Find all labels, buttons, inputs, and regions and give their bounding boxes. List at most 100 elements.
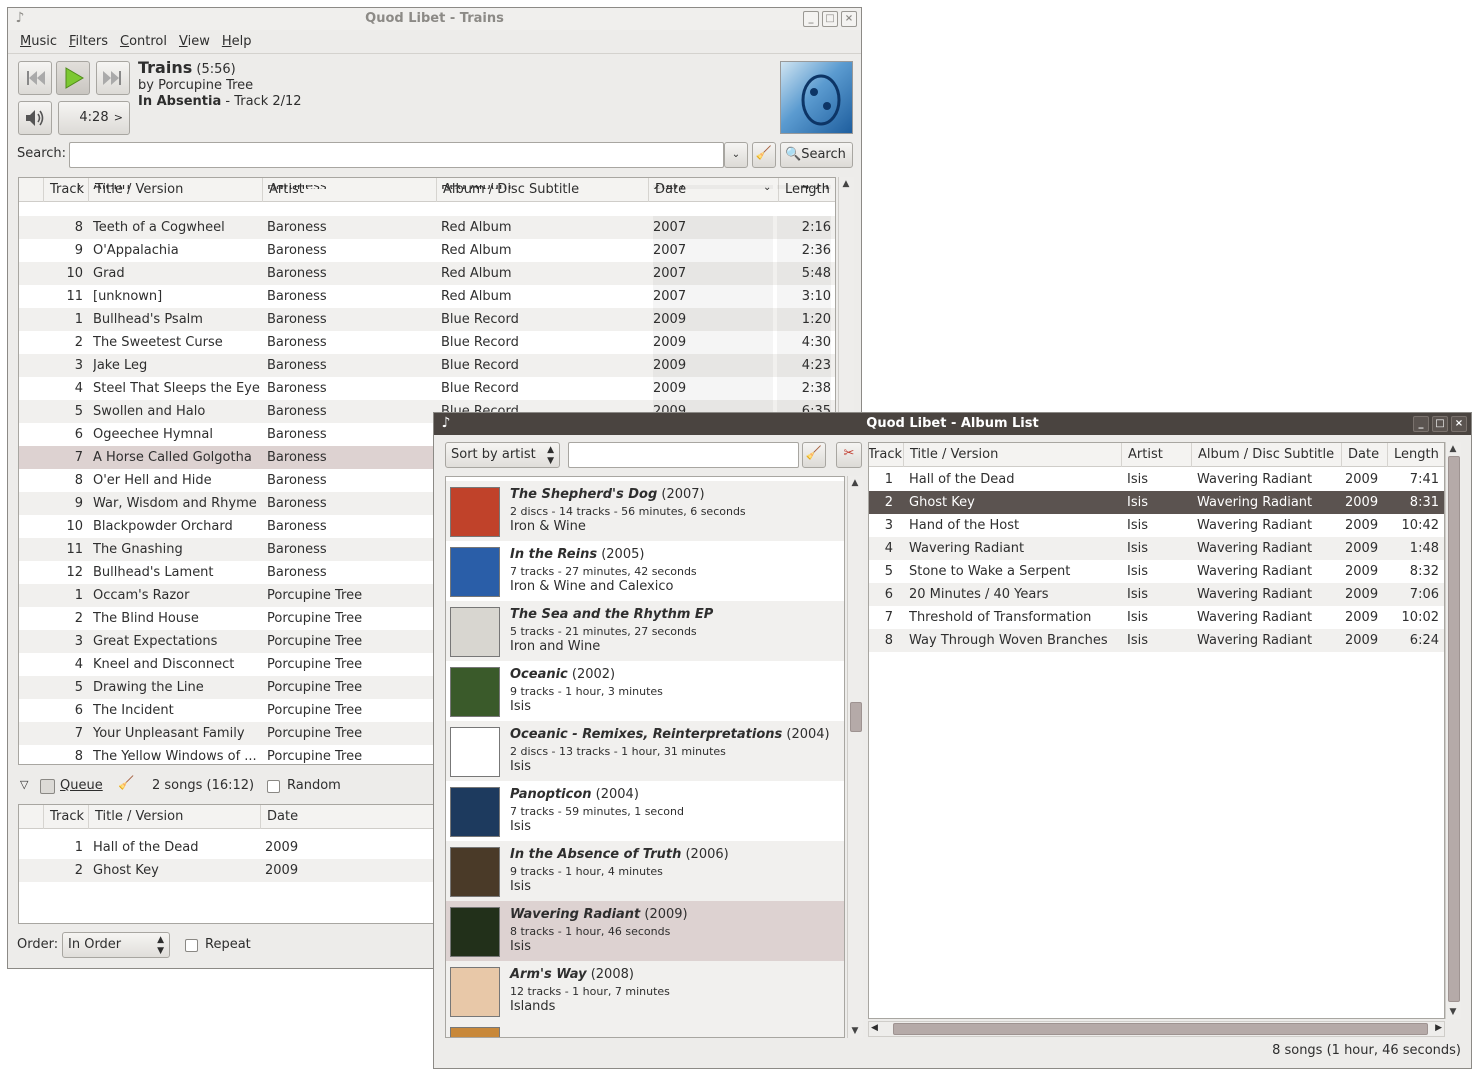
- album-item[interactable]: In the Absence of Truth (2006) 9 tracks -…: [446, 841, 844, 901]
- queue-checkbox[interactable]: [40, 779, 55, 794]
- album-list-scrollbar[interactable]: ▲ ▼: [847, 476, 863, 1038]
- clear-search-button[interactable]: 🧹: [752, 142, 776, 168]
- album-item[interactable]: [446, 1021, 844, 1037]
- album-cell-track: 8: [884, 633, 893, 648]
- cell-track: 7: [74, 450, 83, 465]
- next-button[interactable]: [96, 61, 130, 95]
- album-filter-input[interactable]: [568, 442, 799, 468]
- album-col-album[interactable]: Album / Disc Subtitle: [1191, 443, 1341, 467]
- album-maximize-icon[interactable]: □: [1432, 416, 1448, 432]
- search-button-label: Search: [801, 147, 846, 162]
- table-row[interactable]: 8 Teeth of a Cogwheel Baroness Red Album 200…: [19, 216, 835, 239]
- album-track-row[interactable]: 7 Threshold of Transformation Isis Wavering…: [869, 606, 1444, 629]
- album-item[interactable]: The Sea and the Rhythm EP 5 tracks - 21 …: [446, 601, 844, 661]
- seek-button[interactable]: 4:28 >: [58, 101, 130, 135]
- order-select[interactable]: In Order ▲ ▼: [62, 932, 170, 958]
- album-track-row[interactable]: 4 Wavering Radiant Isis Wavering Radiant 200…: [869, 537, 1444, 560]
- random-checkbox[interactable]: [267, 780, 280, 793]
- table-row[interactable]: 11 [unknown] Baroness Red Album 2007 3:10: [19, 285, 835, 308]
- table-row[interactable]: 7 Aleph Baroness Red Album 2007 4:21: [19, 185, 835, 195]
- scroll-up-icon[interactable]: ▲: [839, 179, 853, 189]
- search-history-dropdown[interactable]: ⌄: [724, 142, 748, 168]
- album-item[interactable]: The Shepherd's Dog (2007) 2 discs - 14 tr…: [446, 481, 844, 541]
- album-track-row[interactable]: 3 Hand of the Host Isis Wavering Radiant 200…: [869, 514, 1444, 537]
- album-col-track[interactable]: Track: [869, 443, 903, 467]
- menu-music[interactable]: Music: [14, 34, 63, 49]
- album-titlebar[interactable]: ♪ Quod Libet - Album List _ □ ×: [434, 413, 1471, 435]
- table-row[interactable]: 2 The Sweetest Curse Baroness Blue Record 20…: [19, 331, 835, 354]
- album-close-icon[interactable]: ×: [1451, 416, 1467, 432]
- volume-button[interactable]: [18, 101, 52, 135]
- album-track-scrollbar[interactable]: ▲ ▼: [1445, 442, 1461, 1019]
- table-row[interactable]: 10 Grad Baroness Red Album 2007 5:48: [19, 262, 835, 285]
- album-prefs-button[interactable]: ✂: [836, 442, 862, 468]
- album-cover-thumb: [450, 667, 500, 717]
- album-col-length[interactable]: Length: [1387, 443, 1444, 467]
- album-track-hscrollbar[interactable]: ◀ ▶: [868, 1021, 1445, 1037]
- album-cover-thumb: [450, 907, 500, 957]
- menu-filters[interactable]: Filters: [63, 34, 114, 49]
- album-scroll-thumb[interactable]: [850, 702, 862, 732]
- menu-control[interactable]: Control: [114, 34, 173, 49]
- sort-select[interactable]: Sort by artist ▲ ▼: [445, 442, 560, 468]
- table-row[interactable]: 1 Bullhead's Psalm Baroness Blue Record 2009…: [19, 308, 835, 331]
- album-item[interactable]: In the Reins (2005) 7 tracks - 27 minutes…: [446, 541, 844, 601]
- album-item[interactable]: Oceanic - Remixes, Reinterpretations (20…: [446, 721, 844, 781]
- album-item[interactable]: Oceanic (2002) 9 tracks - 1 hour, 3 minut…: [446, 661, 844, 721]
- queue-col-track[interactable]: Track: [43, 805, 89, 829]
- album-track-row[interactable]: 2 Ghost Key Isis Wavering Radiant 2009 8:31: [869, 491, 1444, 514]
- main-titlebar[interactable]: ♪ Quod Libet - Trains _ □ ×: [8, 8, 861, 30]
- minimize-icon[interactable]: _: [803, 11, 819, 27]
- queue-row[interactable]: 2 Ghost Key 2009: [19, 859, 447, 882]
- album-cover[interactable]: [780, 61, 853, 134]
- table-row[interactable]: 9 O'Appalachia Baroness Red Album 2007 2:36: [19, 239, 835, 262]
- album-track-row[interactable]: 8 Way Through Woven Branches Isis Wavering …: [869, 629, 1444, 652]
- cell-artist: Baroness: [267, 496, 327, 511]
- maximize-icon[interactable]: □: [822, 11, 838, 27]
- song-duration: (5:56): [196, 62, 236, 77]
- queue-col-date[interactable]: Date: [260, 805, 447, 829]
- album-scroll-down-icon[interactable]: ▼: [848, 1026, 862, 1036]
- track-scroll-down-icon[interactable]: ▼: [1446, 1007, 1460, 1017]
- previous-button[interactable]: [18, 61, 52, 95]
- album-item[interactable]: Panopticon (2004) 7 tracks - 59 minutes, …: [446, 781, 844, 841]
- album-scroll-up-icon[interactable]: ▲: [848, 478, 862, 488]
- queue-row[interactable]: 1 Hall of the Dead 2009: [19, 836, 447, 859]
- hscroll-thumb[interactable]: [893, 1023, 1428, 1035]
- cell-title: Blackpowder Orchard: [93, 519, 233, 534]
- queue-expander-icon[interactable]: ▽: [20, 778, 28, 791]
- album-track-list[interactable]: Track Title / Version Artist Album / Dis…: [868, 442, 1445, 1019]
- track-scroll-thumb[interactable]: [1448, 456, 1460, 1002]
- menu-help[interactable]: Help: [216, 34, 258, 49]
- album-track-row[interactable]: 6 20 Minutes / 40 Years Isis Wavering Radia…: [869, 583, 1444, 606]
- queue-col-title[interactable]: Title / Version: [88, 805, 260, 829]
- album-list[interactable]: The Shepherd's Dog (2007) 2 discs - 14 tr…: [445, 476, 845, 1038]
- album-item[interactable]: Arm's Way (2008) 12 tracks - 1 hour, 7 mi…: [446, 961, 844, 1021]
- album-item[interactable]: Wavering Radiant (2009) 8 tracks - 1 hour…: [446, 901, 844, 961]
- menu-view[interactable]: View: [173, 34, 216, 49]
- table-row[interactable]: 4 Steel That Sleeps the Eye Baroness Blue R…: [19, 377, 835, 400]
- album-minimize-icon[interactable]: _: [1413, 416, 1429, 432]
- album-cell-length: 10:02: [1401, 610, 1439, 625]
- hscroll-left-icon[interactable]: ◀: [871, 1023, 878, 1033]
- track-scroll-up-icon[interactable]: ▲: [1446, 444, 1460, 454]
- album-clear-filter-button[interactable]: 🧹: [802, 442, 826, 468]
- album-col-artist[interactable]: Artist: [1121, 443, 1191, 467]
- album-track-row[interactable]: 5 Stone to Wake a Serpent Isis Wavering Rad…: [869, 560, 1444, 583]
- play-button[interactable]: [56, 61, 90, 95]
- album-track-row[interactable]: 1 Hall of the Dead Isis Wavering Radiant 200…: [869, 468, 1444, 491]
- repeat-checkbox[interactable]: [185, 939, 198, 952]
- album-col-title[interactable]: Title / Version: [903, 443, 1121, 467]
- album-col-date[interactable]: Date: [1341, 443, 1387, 467]
- search-button[interactable]: 🔍Search: [780, 142, 853, 168]
- queue-clear-icon[interactable]: 🧹: [118, 776, 134, 791]
- search-input[interactable]: [69, 142, 724, 168]
- cell-track: 5: [74, 680, 83, 695]
- cell-title: Occam's Razor: [93, 588, 190, 603]
- queue-list[interactable]: Track Title / Version Date 1 Hall of the …: [18, 804, 448, 924]
- table-row[interactable]: 3 Jake Leg Baroness Blue Record 2009 4:23: [19, 354, 835, 377]
- cell-length: 4:23: [777, 354, 831, 377]
- close-icon[interactable]: ×: [841, 11, 857, 27]
- hscroll-right-icon[interactable]: ▶: [1435, 1023, 1442, 1033]
- cell-title: Drawing the Line: [93, 680, 204, 695]
